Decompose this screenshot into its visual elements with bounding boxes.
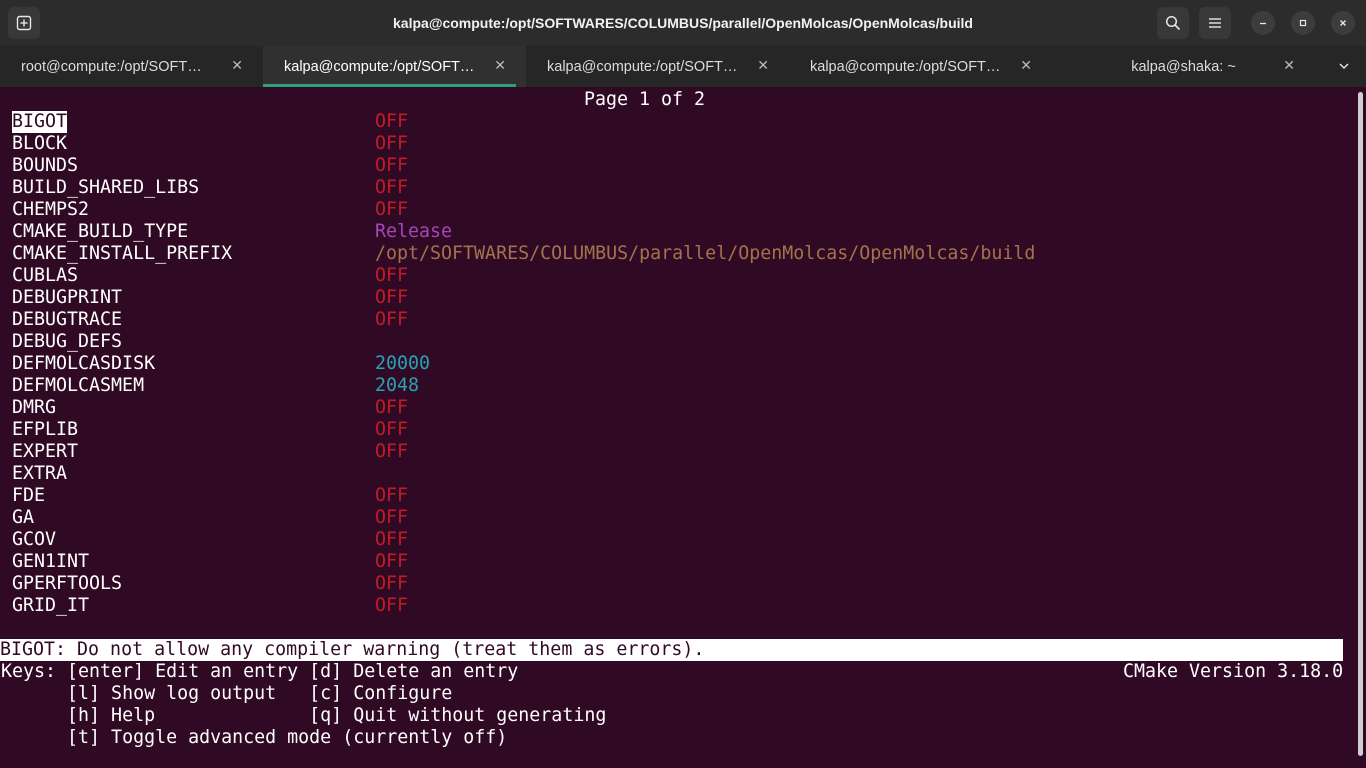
entry-value: OFF [375,177,409,198]
search-icon [1165,15,1181,31]
menu-button[interactable] [1199,7,1231,39]
hamburger-menu-icon [1209,18,1221,28]
tab-kalpa-compute-3[interactable]: kalpa@compute:/opt/SOFT… ✕ [789,46,1052,87]
entry-value: OFF [375,595,409,616]
entry-name[interactable]: CMAKE_INSTALL_PREFIX [12,243,232,265]
entry-value: OFF [375,551,409,572]
page-indicator: Page 1 of 2 [584,89,706,110]
header-bar: kalpa@compute:/opt/SOFTWARES/COLUMBUS/pa… [0,0,1366,47]
entry-value: OFF [375,265,409,286]
entry-name[interactable]: GA [12,507,34,529]
entry-name[interactable]: FDE [12,485,45,507]
entry-name[interactable]: BUILD_SHARED_LIBS [12,177,199,199]
tab-root-compute[interactable]: root@compute:/opt/SOFT… ✕ [0,46,263,87]
entry-value: OFF [375,199,409,220]
entry-value: Release [375,221,453,242]
keys-line-3: [h] Help [q] Quit without generating [1,705,607,726]
keys-line-4: [t] Toggle advanced mode (currently off) [1,727,508,748]
tab-label: root@compute:/opt/SOFT… [21,58,202,75]
keys-line-1: Keys: [enter] Edit an entry [d] Delete a… [1,661,519,682]
entry-value: 20000 [375,353,431,374]
cmake-version: CMake Version 3.18.0 [1123,661,1344,682]
entry-name[interactable]: GEN1INT [12,551,89,573]
entry-name[interactable]: EXPERT [12,441,78,463]
entry-name[interactable]: GCOV [12,529,56,551]
tab-kalpa-compute-active[interactable]: kalpa@compute:/opt/SOFT… ✕ [263,46,526,87]
entry-value: OFF [375,507,409,528]
entry-value: OFF [375,155,409,176]
new-tab-button[interactable] [8,7,40,39]
entry-name[interactable]: CHEMPS2 [12,199,89,221]
entry-value: OFF [375,309,409,330]
keys-line-2: [l] Show log output [c] Configure [1,683,453,704]
entry-name[interactable]: DEFMOLCASDISK [12,353,155,375]
maximize-icon [1299,19,1307,27]
tab-close-icon[interactable]: ✕ [1283,58,1295,74]
entry-name[interactable]: GPERFTOOLS [12,573,122,595]
entry-value: OFF [375,111,409,132]
entry-value: OFF [375,573,409,594]
entry-name[interactable]: DEBUGTRACE [12,309,122,331]
entry-value: /opt/SOFTWARES/COLUMBUS/parallel/OpenMol… [375,243,1036,264]
entry-value: OFF [375,485,409,506]
maximize-button[interactable] [1291,11,1315,35]
tab-kalpa-compute-2[interactable]: kalpa@compute:/opt/SOFT… ✕ [526,46,789,87]
terminal-area[interactable]: Page 1 of 2 BIGOT OFF BLOCK OFF BOUNDS O… [0,87,1366,768]
entry-name[interactable]: CUBLAS [12,265,78,287]
entry-value: OFF [375,133,409,154]
entry-name[interactable]: DEFMOLCASMEM [12,375,144,397]
tab-close-icon[interactable]: ✕ [494,58,506,74]
tab-label: kalpa@compute:/opt/SOFT… [547,58,738,75]
entry-help-text: BIGOT: Do not allow any compiler warning… [0,639,1343,661]
entry-value: OFF [375,287,409,308]
entry-name[interactable]: BLOCK [12,133,67,155]
entry-name[interactable]: DEBUG_DEFS [12,331,122,353]
entry-value: OFF [375,419,409,440]
minimize-button[interactable] [1251,11,1275,35]
entry-value: OFF [375,441,409,462]
tab-label: kalpa@compute:/opt/SOFT… [284,58,475,75]
tab-label: kalpa@compute:/opt/SOFT… [810,58,1001,75]
search-button[interactable] [1157,7,1189,39]
close-icon [1340,20,1346,26]
entry-name[interactable]: EFPLIB [12,419,78,441]
new-tab-icon [16,15,32,31]
entry-name[interactable]: DMRG [12,397,56,419]
tab-bar: root@compute:/opt/SOFT… ✕ kalpa@compute:… [0,46,1366,87]
entry-value: OFF [375,397,409,418]
minimize-icon [1260,22,1266,25]
entry-name[interactable]: CMAKE_BUILD_TYPE [12,221,188,243]
window-title: kalpa@compute:/opt/SOFTWARES/COLUMBUS/pa… [393,15,973,31]
tab-close-icon[interactable]: ✕ [231,58,243,74]
entry-value: OFF [375,529,409,550]
entry-value: 2048 [375,375,420,396]
entry-name[interactable]: DEBUGPRINT [12,287,122,309]
close-window-button[interactable] [1331,11,1355,35]
tab-close-icon[interactable]: ✕ [757,58,769,74]
tab-label: kalpa@shaka: ~ [1131,58,1236,75]
tab-close-icon[interactable]: ✕ [1020,58,1032,74]
entry-name-selected[interactable]: BIGOT [12,111,68,133]
tab-list-button[interactable] [1334,56,1354,76]
tab-kalpa-shaka[interactable]: kalpa@shaka: ~ ✕ [1052,46,1315,87]
entry-name[interactable]: EXTRA [12,463,67,485]
entry-name[interactable]: GRID_IT [12,595,89,617]
terminal-scrollbar[interactable] [1358,92,1363,756]
entry-name[interactable]: BOUNDS [12,155,78,177]
chevron-down-icon [1339,63,1349,70]
